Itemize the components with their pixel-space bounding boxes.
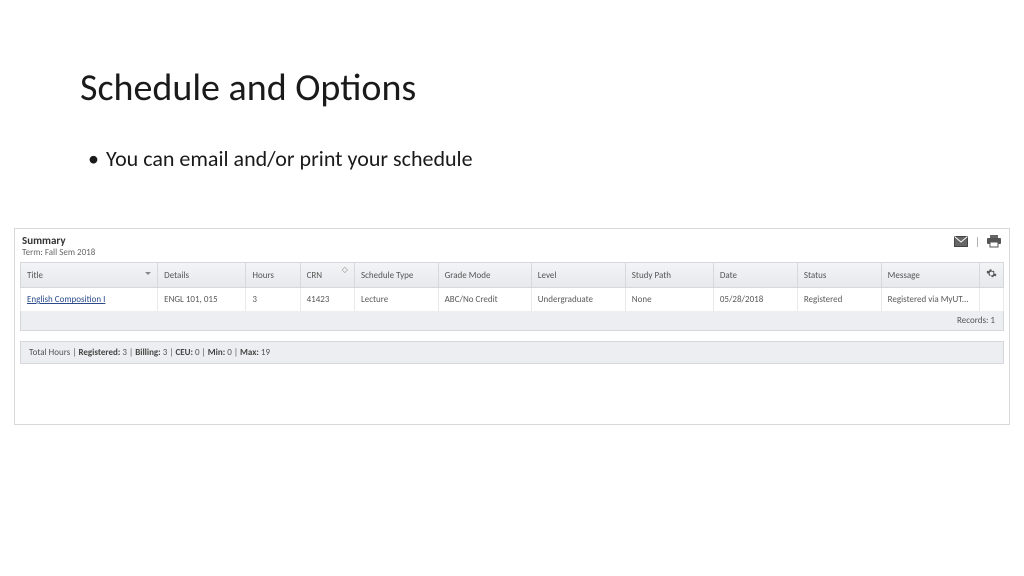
totals-min-value: 0 | [225,347,240,358]
totals-ceu-value: 0 | [193,347,208,358]
col-status[interactable]: Status [797,263,881,288]
totals-max-label: Max: [240,347,259,358]
course-title-link[interactable]: English Composition I [21,288,158,312]
col-grade-mode[interactable]: Grade Mode [438,263,531,288]
totals-bar: Total Hours | Registered: 3 | Billing: 3… [20,341,1004,364]
cell-crn: 41423 [300,288,354,312]
col-hours[interactable]: Hours [246,263,300,288]
action-divider: | [975,235,980,248]
totals-ceu-label: CEU: [175,347,193,358]
table-header-row: Title Details Hours CRN Schedule Type Gr… [21,263,1004,288]
totals-prefix: Total Hours | [29,347,78,358]
cell-date: 05/28/2018 [713,288,797,312]
email-icon[interactable] [953,234,969,248]
bullet-item: You can email and/or print your schedule [80,145,944,172]
totals-max-value: 19 [259,347,270,358]
col-date[interactable]: Date [713,263,797,288]
col-study-path[interactable]: Study Path [625,263,713,288]
totals-billing-label: Billing: [135,347,160,358]
col-message[interactable]: Message [881,263,979,288]
cell-study-path: None [625,288,713,312]
totals-registered-label: Registered: [78,347,120,358]
cell-status: Registered [797,288,881,312]
cell-gear [979,288,1003,312]
cell-schedule-type: Lecture [354,288,438,312]
gear-icon [986,268,997,279]
cell-grade-mode: ABC/No Credit [438,288,531,312]
page-title: Schedule and Options [80,65,944,111]
cell-details: ENGL 101, 015 [158,288,246,312]
table-row: English Composition I ENGL 101, 015 3 41… [21,288,1004,312]
col-level[interactable]: Level [531,263,625,288]
summary-heading: Summary [22,234,95,247]
totals-billing-value: 3 | [161,347,176,358]
settings-column[interactable] [979,263,1003,288]
schedule-table: Title Details Hours CRN Schedule Type Gr… [20,262,1004,311]
schedule-panel: Summary Term: Fall Sem 2018 | Title Deta… [14,228,1010,425]
print-icon[interactable] [986,234,1002,248]
col-crn[interactable]: CRN [300,263,354,288]
col-schedule-type[interactable]: Schedule Type [354,263,438,288]
term-label: Term: Fall Sem 2018 [22,247,95,258]
col-details[interactable]: Details [158,263,246,288]
totals-min-label: Min: [208,347,225,358]
totals-registered-value: 3 | [120,347,135,358]
cell-message: Registered via MyUT... [881,288,979,312]
cell-hours: 3 [246,288,300,312]
records-count: Records: 1 [20,311,1004,331]
cell-level: Undergraduate [531,288,625,312]
col-title[interactable]: Title [21,263,158,288]
